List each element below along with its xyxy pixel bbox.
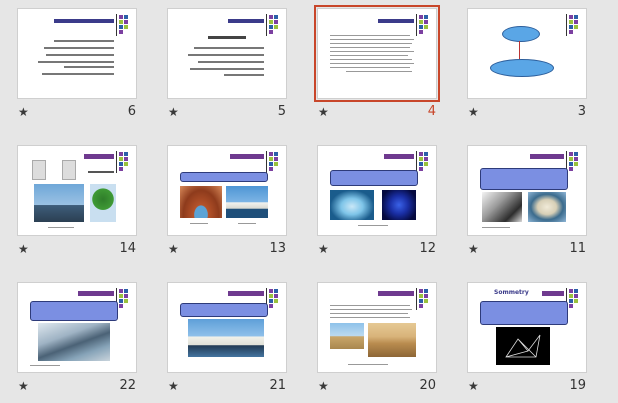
slide-21-thumbnail[interactable]	[168, 283, 286, 372]
text-box	[180, 303, 268, 317]
logo-squares	[569, 15, 579, 35]
opera-house-photo	[226, 186, 268, 218]
slide-4-number: 4	[427, 104, 436, 119]
slide-21[interactable]: ★ 21	[168, 283, 286, 393]
logo-squares	[419, 289, 429, 309]
logo-squares	[119, 15, 129, 35]
logo-squares	[119, 289, 129, 309]
text-box	[480, 168, 568, 190]
slide-5-star-icon: ★	[168, 105, 179, 119]
text-box	[480, 301, 568, 325]
wireframe-shape-icon	[505, 334, 541, 358]
logo-squares	[269, 152, 279, 172]
slide-19-title-word: Sommetry	[494, 289, 529, 296]
slide-20-number: 20	[419, 378, 436, 393]
slide-20-thumbnail[interactable]	[318, 283, 436, 372]
slide-22[interactable]: ★ 22	[18, 283, 136, 393]
diagram-bottom-node	[490, 59, 554, 77]
text-box	[30, 301, 118, 321]
slide-5-number: 5	[277, 104, 286, 119]
pyramids-photo	[368, 323, 416, 357]
slide-22-star-icon: ★	[18, 379, 29, 393]
sydney-opera-house-photo	[188, 319, 264, 357]
diagram-top-node	[502, 26, 540, 42]
logo-squares	[419, 152, 429, 172]
slide-3-number: 3	[577, 104, 586, 119]
stadium-photo	[38, 323, 110, 361]
dark-wireframe-image	[496, 327, 550, 365]
slide-13-number: 13	[269, 241, 286, 256]
slide-21-star-icon: ★	[168, 379, 179, 393]
slide-20[interactable]: ★ 20	[318, 283, 436, 393]
slide-22-number: 22	[119, 378, 136, 393]
slide-11[interactable]: ★ 11	[468, 146, 586, 256]
shell-structure-photo	[330, 190, 374, 220]
slide-6-star-icon: ★	[18, 105, 29, 119]
slide-3-star-icon: ★	[468, 105, 479, 119]
slide-6-number: 6	[127, 104, 136, 119]
logo-squares	[269, 15, 279, 35]
slide-13-thumbnail[interactable]	[168, 146, 286, 235]
bridge-photo	[34, 184, 84, 222]
slide-4-star-icon: ★	[318, 105, 329, 119]
slide-20-star-icon: ★	[318, 379, 329, 393]
slide-19-star-icon: ★	[468, 379, 479, 393]
slide-14[interactable]: ★ 14	[18, 146, 136, 256]
cube-sketch-image	[62, 160, 76, 180]
cube-sketch-image	[32, 160, 46, 180]
logo-squares	[569, 289, 579, 309]
slide-3-thumbnail[interactable]	[468, 9, 586, 98]
slide-19-number: 19	[569, 378, 586, 393]
slide-6[interactable]: ★ 6	[18, 9, 136, 119]
logo-squares	[269, 289, 279, 309]
slide-22-thumbnail[interactable]	[18, 283, 136, 372]
slide-11-number: 11	[569, 241, 586, 256]
slide-12-number: 12	[419, 241, 436, 256]
text-box	[330, 170, 418, 186]
slide-11-thumbnail[interactable]	[468, 146, 586, 235]
text-box	[180, 172, 268, 182]
slide-13-star-icon: ★	[168, 242, 179, 256]
pyramids-photo	[330, 323, 364, 349]
logo-squares	[119, 152, 129, 172]
logo-squares	[569, 152, 579, 172]
blue-pattern-photo	[382, 190, 416, 220]
slide-11-star-icon: ★	[468, 242, 479, 256]
slide-4-thumbnail[interactable]	[314, 5, 440, 102]
slide-14-thumbnail[interactable]	[18, 146, 136, 235]
slide-19-thumbnail[interactable]: Sommetry	[468, 283, 586, 372]
slide-19[interactable]: Sommetry ★ 19	[468, 283, 586, 393]
arch-photo	[180, 186, 222, 218]
egg-building-photo	[528, 192, 566, 222]
slide-3[interactable]: ★ 3	[468, 9, 586, 119]
slide-12-star-icon: ★	[318, 242, 329, 256]
slide-6-thumbnail[interactable]	[18, 9, 136, 98]
logo-squares	[419, 15, 429, 35]
slide-4[interactable]: ★ 4	[314, 5, 440, 119]
slide-21-number: 21	[269, 378, 286, 393]
modern-building-photo	[482, 192, 522, 222]
slide-14-star-icon: ★	[18, 242, 29, 256]
slide-5-thumbnail[interactable]	[168, 9, 286, 98]
slide-13[interactable]: ★ 13	[168, 146, 286, 256]
tree-photo	[90, 184, 116, 222]
slide-12[interactable]: ★ 12	[318, 146, 436, 256]
slide-12-thumbnail[interactable]	[318, 146, 436, 235]
slide-5[interactable]: ★ 5	[168, 9, 286, 119]
slide-14-number: 14	[119, 241, 136, 256]
